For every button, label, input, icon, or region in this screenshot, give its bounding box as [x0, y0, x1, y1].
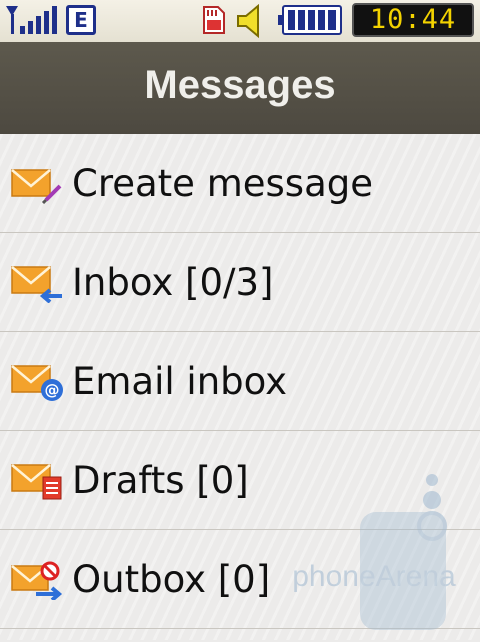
envelope-outbox-icon [11, 561, 63, 600]
envelope-pen-icon [11, 169, 62, 204]
menu-item-create-message[interactable]: Create message [0, 134, 480, 233]
watermark: phoneArena [274, 472, 474, 638]
battery-icon [278, 5, 342, 35]
menu-item-label: Create message [72, 162, 373, 205]
envelope-drafts-icon [11, 464, 62, 500]
status-bar: E 10:44 [0, 0, 480, 42]
network-type-badge: E [66, 5, 96, 35]
menu-item-label: Outbox [0] [72, 558, 271, 601]
envelope-inbox-icon [11, 266, 62, 303]
menu-item-label: Inbox [0/3] [72, 261, 274, 304]
watermark-text: phoneArena [292, 560, 456, 593]
signal-strength-icon [6, 6, 57, 34]
menu-item-label: Email inbox [72, 360, 288, 403]
sd-card-icon [203, 6, 225, 34]
clock: 10:44 [352, 3, 474, 37]
envelope-at-icon: @ [11, 365, 63, 401]
menu-item-inbox[interactable]: Inbox [0/3] [0, 233, 480, 332]
speaker-icon [237, 4, 259, 38]
page-title: Messages [144, 63, 336, 107]
menu-item-label: Drafts [0] [72, 459, 249, 502]
svg-text:@: @ [45, 381, 60, 399]
title-bar: Messages [0, 42, 480, 134]
phonearena-logo-icon [360, 474, 447, 630]
menu-item-email-inbox[interactable]: @ Email inbox [0, 332, 480, 431]
